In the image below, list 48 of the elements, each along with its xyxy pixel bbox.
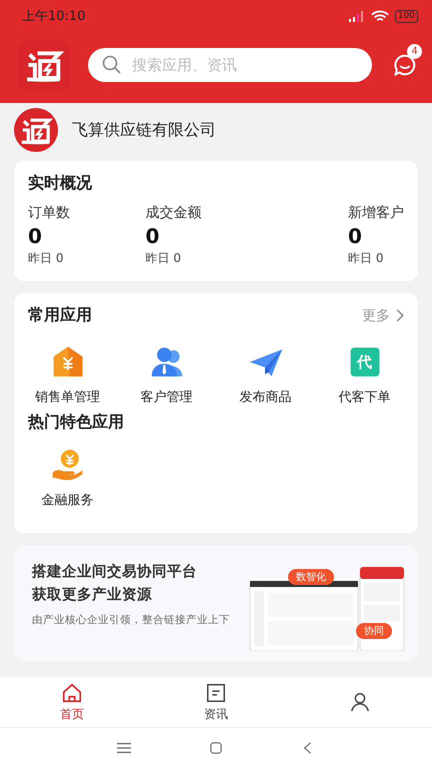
stat-value: 0 — [146, 224, 160, 248]
stat-value: 0 — [348, 224, 363, 248]
app-shortcut[interactable]: 发布商品 — [216, 344, 315, 406]
stat-label: 新增客户 — [348, 204, 404, 222]
section-title: 实时概况 — [28, 173, 93, 194]
person-icon[interactable] — [349, 691, 371, 713]
icon-glyph: 代 — [357, 352, 372, 372]
banner-title: 搭建企业间交易协同平台 — [32, 562, 198, 582]
square-icon[interactable] — [209, 742, 223, 754]
chat-icon[interactable] — [393, 52, 417, 76]
banner-text: 由产业核心企业引领，整合链接产业上下 — [32, 613, 231, 627]
signal-icon — [348, 10, 365, 22]
app-label: 发布商品 — [240, 389, 292, 406]
app-shortcut[interactable]: 代 代客下单 — [315, 344, 414, 406]
notification-badge: 4 — [407, 44, 422, 58]
stat-value: 0 — [28, 224, 43, 248]
app-label: 金融服务 — [42, 492, 94, 509]
menu-icon[interactable] — [117, 742, 131, 754]
section-title: 热门特色应用 — [28, 412, 125, 433]
app-label: 客户管理 — [140, 389, 192, 406]
app-logo — [18, 38, 70, 90]
tab-item[interactable]: 资讯 — [144, 677, 288, 727]
status-time: 上午10:10 — [22, 8, 86, 25]
stat-yesterday: 昨日 0 — [348, 250, 384, 267]
banner-title: 获取更多产业资源 — [32, 586, 153, 605]
banner-tag: 数智化 — [288, 569, 334, 585]
banner-tag: 协同 — [356, 623, 392, 639]
search-field[interactable]: 搜索应用、资讯 — [88, 48, 372, 82]
promo-banner[interactable]: 搭建企业间交易协同平台 获取更多产业资源 由产业核心企业引领，整合链接产业上下 数智化 协同 — [14, 545, 418, 661]
app-shortcut[interactable]: 金融服务 — [18, 447, 117, 509]
stat-yesterday: 昨日 0 — [28, 250, 64, 267]
section-title: 常用应用 — [28, 305, 92, 326]
app-label: 代客下单 — [338, 389, 390, 406]
stat-label: 订单数 — [28, 204, 71, 222]
company-logo — [14, 108, 58, 152]
app-shortcut[interactable]: 销售单管理 — [18, 344, 117, 406]
chevron-icon — [396, 309, 404, 322]
battery-indicator: 100 — [394, 10, 418, 22]
coin-hand-icon — [50, 447, 86, 483]
company-name: 飞算供应链有限公司 — [72, 120, 216, 140]
home-icon[interactable] — [61, 682, 83, 704]
stat-yesterday: 昨日 0 — [146, 250, 182, 267]
app-label: 销售单管理 — [35, 389, 100, 406]
document-icon[interactable] — [205, 682, 227, 704]
tab-item[interactable]: 首页 — [0, 677, 144, 727]
app-shortcut[interactable]: 客户管理 — [117, 344, 216, 406]
stat-label: 成交金额 — [146, 204, 202, 222]
wifi-icon — [370, 10, 389, 22]
